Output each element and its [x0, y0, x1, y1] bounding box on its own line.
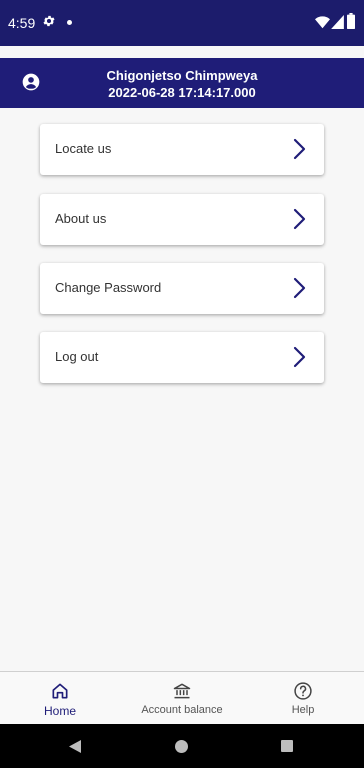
app-header: Chigonjetso Chimpweya 2022-06-28 17:14:1… — [0, 58, 364, 108]
menu-item-log-out[interactable]: Log out — [40, 332, 324, 383]
nav-help-label: Help — [291, 704, 315, 716]
menu-item-label: About us — [55, 211, 107, 226]
nav-home-label: Home — [43, 704, 76, 718]
menu-item-label: Log out — [55, 349, 99, 364]
notification-dot-icon — [67, 20, 72, 25]
menu-item-locate-us[interactable]: Locate us — [40, 124, 324, 175]
wifi-icon — [315, 16, 330, 29]
chevron-right-icon — [293, 138, 306, 160]
system-nav-bar — [0, 724, 364, 768]
back-icon[interactable] — [69, 740, 81, 753]
chevron-right-icon — [293, 277, 306, 299]
signal-icon — [331, 15, 344, 29]
chevron-right-icon — [293, 346, 306, 368]
chevron-right-icon — [293, 208, 306, 230]
bank-icon — [173, 683, 191, 699]
help-circle-icon — [294, 682, 312, 700]
home-button-icon[interactable] — [175, 740, 188, 753]
menu-item-label: Locate us — [55, 141, 112, 156]
bottom-nav: Home Account balance Help — [0, 671, 364, 725]
nav-home[interactable]: Home — [20, 672, 100, 725]
nav-account-balance-label: Account balance — [141, 704, 223, 716]
session-timestamp: 2022-06-28 17:14:17.000 — [108, 85, 256, 100]
home-icon — [52, 683, 68, 699]
status-time: 4:59 — [8, 15, 36, 31]
recents-icon[interactable] — [281, 740, 293, 752]
menu-item-about-us[interactable]: About us — [40, 194, 324, 245]
menu-item-label: Change Password — [55, 280, 162, 295]
nav-account-balance[interactable]: Account balance — [132, 672, 232, 725]
nav-help[interactable]: Help — [263, 672, 343, 725]
settings-icon — [43, 15, 55, 27]
status-bar: 4:59 — [0, 0, 364, 46]
menu-item-change-password[interactable]: Change Password — [40, 263, 324, 314]
battery-icon — [347, 13, 355, 29]
user-name: Chigonjetso Chimpweya — [106, 68, 258, 83]
